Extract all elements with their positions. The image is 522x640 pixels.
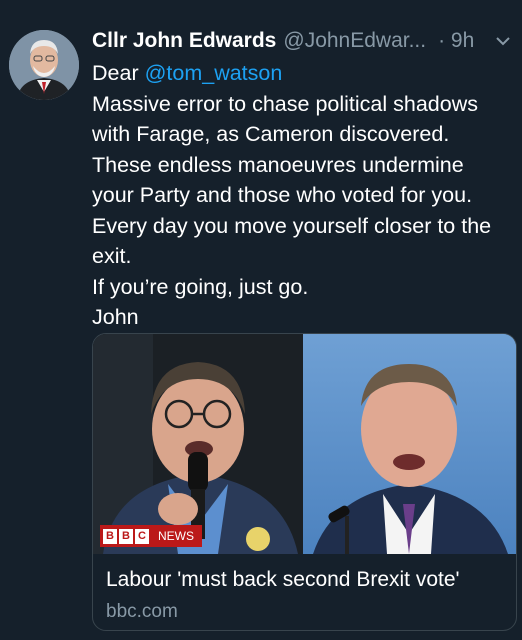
avatar-photo: [9, 30, 79, 100]
tweet-line: your Party and those who voted for you.: [92, 183, 473, 207]
bbc-news-badge: B B C NEWS: [100, 525, 202, 547]
tweet-line: These endless manoeuvres undermine: [92, 152, 464, 177]
photo-left: B B C NEWS: [93, 334, 303, 554]
card-title[interactable]: Labour 'must back second Brexit vote': [106, 568, 460, 592]
link-card[interactable]: B B C NEWS Labour 'must back second Brex…: [92, 333, 517, 631]
photo-right: [303, 334, 516, 554]
bbc-letter: B: [119, 528, 133, 544]
tweet-text: Dear @tom_watson Massive error to chase …: [92, 58, 518, 333]
tweet-line: Every day you move yourself closer to th…: [92, 213, 492, 238]
bbc-letter: B: [103, 528, 117, 544]
tweet-line: exit.: [92, 244, 132, 268]
bbc-letter: C: [135, 528, 149, 544]
author-handle[interactable]: @JohnEdwar...: [283, 29, 426, 53]
mention-link[interactable]: @tom_watson: [145, 61, 283, 85]
avatar[interactable]: [9, 30, 79, 100]
tweet-line: with Farage, as Cameron discovered.: [92, 122, 450, 146]
tweet-line: Massive error to chase political shadows: [92, 91, 478, 116]
tweet-line: Dear @tom_watson: [92, 58, 518, 89]
tweet-line: If you’re going, just go.: [92, 274, 309, 299]
greeting: Dear: [92, 61, 145, 85]
tweet-header: Cllr John Edwards @JohnEdwar... · 9h: [92, 28, 514, 54]
bbc-logo: B B C NEWS: [100, 525, 202, 547]
author-name[interactable]: Cllr John Edwards: [92, 29, 276, 53]
card-domain: bbc.com: [106, 601, 178, 622]
tweet-time[interactable]: · 9h: [438, 29, 474, 53]
card-image: B B C NEWS: [93, 334, 516, 554]
bbc-news-label: NEWS: [153, 527, 199, 545]
chevron-down-icon[interactable]: [492, 30, 514, 52]
tweet-line: John: [92, 305, 139, 329]
